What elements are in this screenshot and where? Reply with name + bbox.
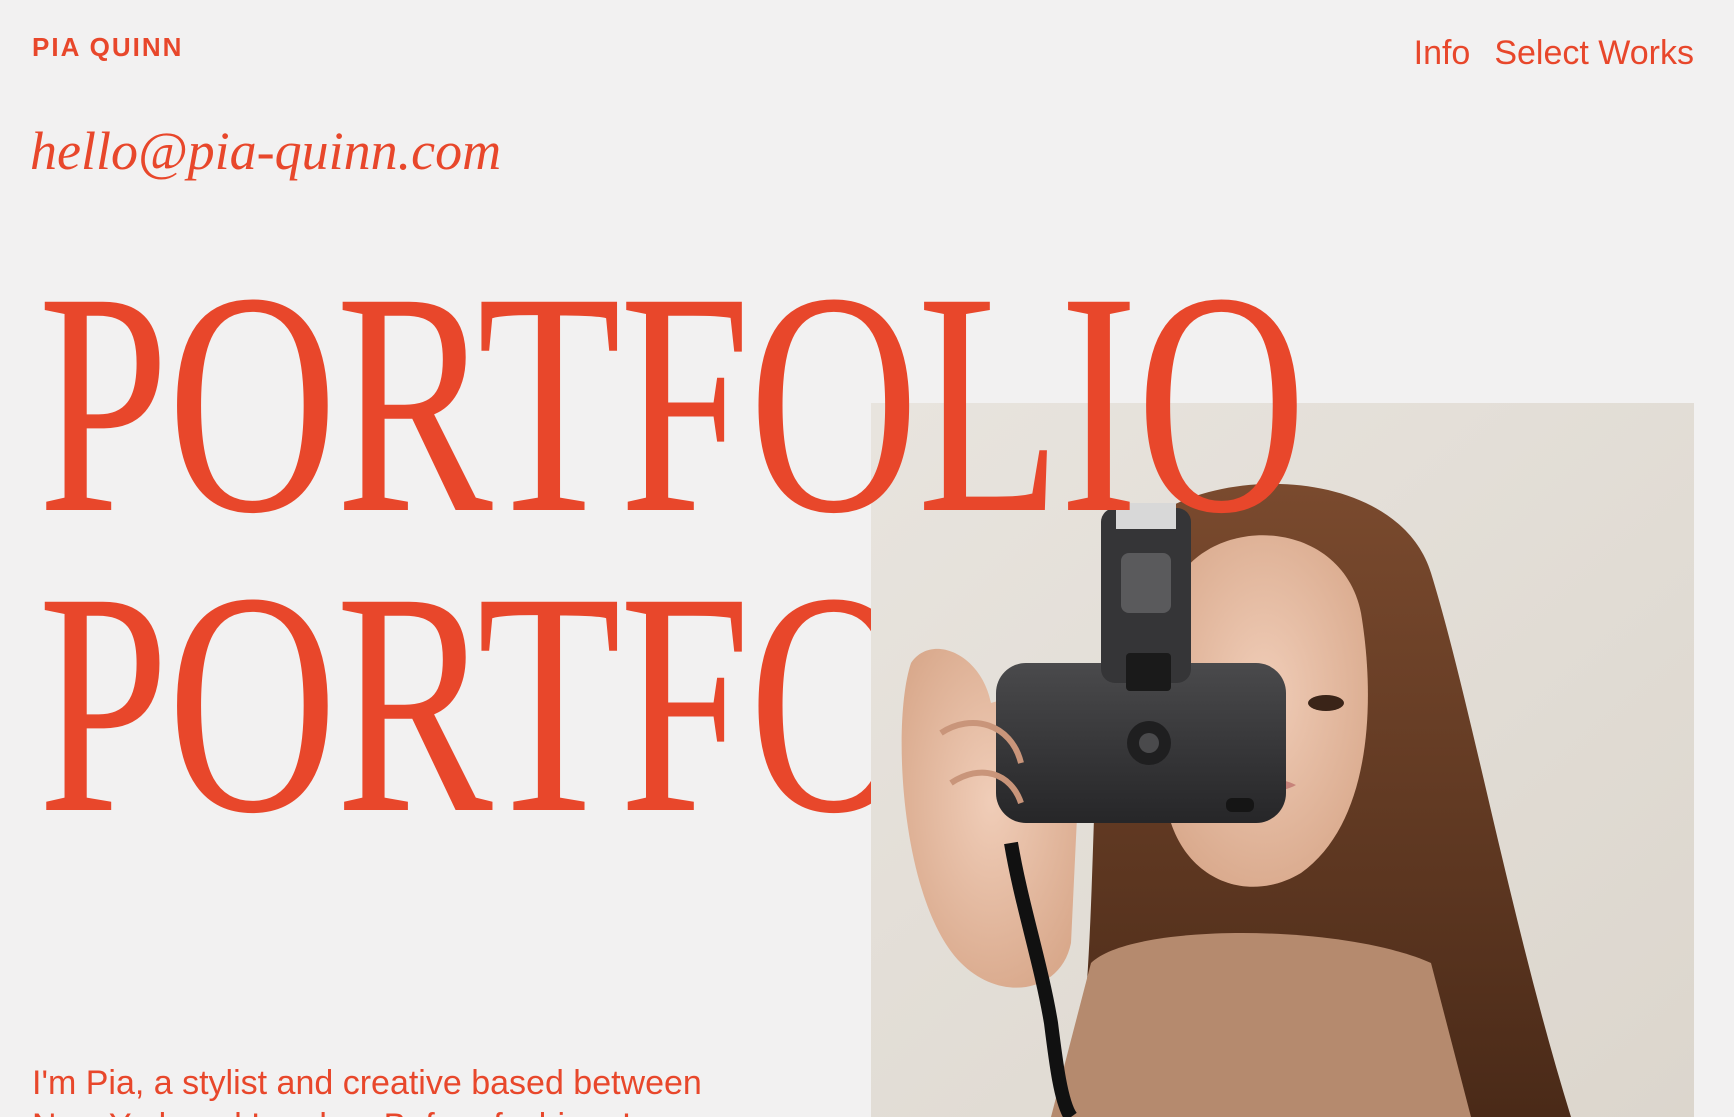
intro-paragraph: I'm Pia, a stylist and creative based be… <box>32 1064 702 1117</box>
nav-link-select-works[interactable]: Select Works <box>1494 34 1694 73</box>
email-link[interactable]: hello@pia-quinn.com <box>30 120 501 182</box>
top-nav: Info Select Works <box>1414 34 1694 73</box>
nav-link-info[interactable]: Info <box>1414 34 1471 73</box>
hero-title-line-1: PORTFOLIO <box>38 227 1306 579</box>
brand-logo[interactable]: PIA QUINN <box>32 32 183 63</box>
